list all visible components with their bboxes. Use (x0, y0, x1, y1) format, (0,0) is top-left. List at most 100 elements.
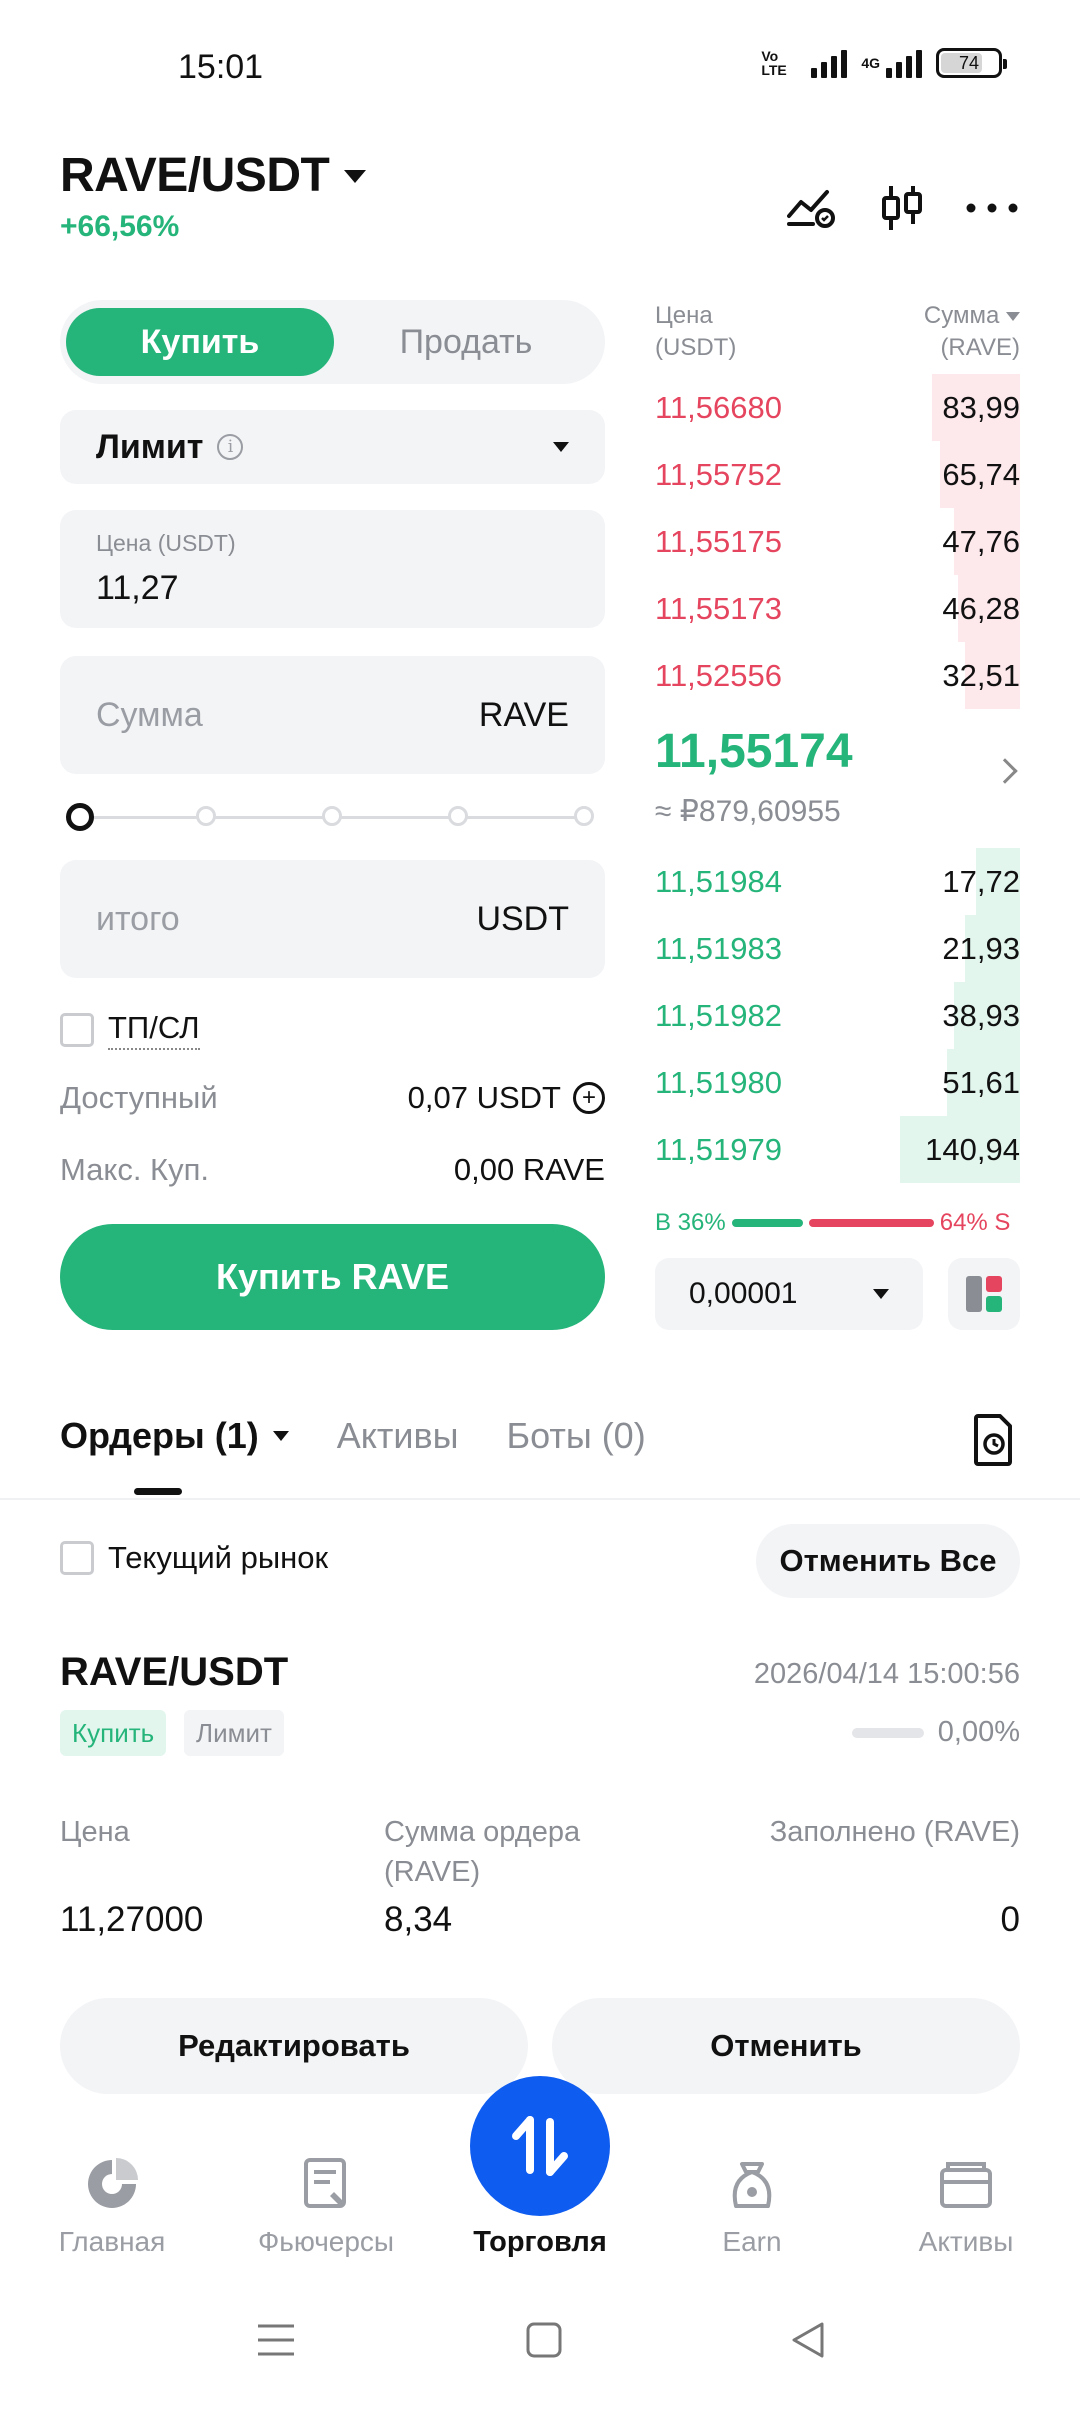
tick-size-value: 0,00001 (689, 1277, 798, 1310)
tab-assets[interactable]: Активы (337, 1415, 459, 1457)
buy-tab[interactable]: Купить (66, 308, 334, 376)
ask-row[interactable]: 11,55175 47,76 (655, 508, 1020, 575)
nav-earn[interactable]: Earn (662, 2156, 842, 2258)
slider-step-50[interactable] (322, 806, 342, 826)
max-buy-label: Макс. Куп. (60, 1152, 210, 1187)
ask-row[interactable]: 11,55173 46,28 (655, 575, 1020, 642)
edit-order-button[interactable]: Редактировать (60, 1998, 528, 2094)
nav-futures[interactable]: Фьючерсы (236, 2156, 416, 2258)
nav-trade-button[interactable] (470, 2076, 610, 2216)
bid-amount: 51,61 (942, 1064, 1020, 1100)
sell-tab[interactable]: Продать (332, 308, 600, 376)
buy-sell-toggle: Купить Продать (60, 300, 605, 384)
tpsl-option[interactable]: ТП/СЛ (60, 1010, 200, 1050)
available-row: Доступный 0,07 USDT + (60, 1080, 605, 1116)
pair-change: +66,56% (60, 210, 180, 243)
fill-percent: 0,00% (937, 1716, 1020, 1748)
order-fill-progress: 0,00% (851, 1716, 1020, 1749)
order-history-icon[interactable] (964, 1410, 1024, 1470)
mid-price: 11,55174 (655, 725, 853, 778)
network-type: 4G (861, 55, 880, 71)
status-icons: Vo LTE 4G 74 (761, 48, 1007, 78)
cancel-all-button[interactable]: Отменить Все (756, 1524, 1020, 1598)
system-menu-icon[interactable] (256, 2320, 296, 2365)
bid-amount: 17,72 (942, 863, 1020, 899)
current-market-checkbox[interactable] (60, 1541, 94, 1575)
wallet-icon (940, 2162, 992, 2208)
order-time: 2026/04/14 15:00:56 (753, 1658, 1020, 1690)
current-market-filter[interactable]: Текущий рынок (60, 1540, 328, 1576)
nav-trade-label[interactable]: Торговля (450, 2226, 630, 2259)
active-tab-indicator (134, 1488, 182, 1495)
bid-row[interactable]: 11,51979 140,94 (655, 1116, 1020, 1183)
chevron-down-icon (272, 1431, 289, 1441)
sort-caret-icon (1006, 312, 1020, 322)
bid-amount: 21,93 (942, 930, 1020, 966)
submit-buy-button[interactable]: Купить RAVE (60, 1224, 605, 1330)
bid-amount: 140,94 (925, 1131, 1020, 1167)
candlestick-icon[interactable] (874, 180, 930, 236)
nav-assets[interactable]: Активы (876, 2156, 1056, 2258)
bid-row[interactable]: 11,51982 38,93 (655, 982, 1020, 1049)
tpsl-label[interactable]: ТП/СЛ (108, 1010, 200, 1050)
slider-step-100[interactable] (574, 806, 594, 826)
signal-icon-2 (886, 48, 922, 78)
more-icon[interactable] (964, 180, 1020, 236)
bid-price: 11,51979 (655, 1131, 782, 1167)
slider-step-25[interactable] (196, 806, 216, 826)
slider-handle[interactable] (66, 803, 94, 831)
amount-unit: RAVE (478, 695, 569, 734)
order-price-value: 11,27000 (60, 1900, 204, 1939)
chevron-right-icon[interactable] (992, 758, 1018, 784)
order-filled-caption: Заполнено (RAVE) (769, 1816, 1020, 1848)
cancel-order-button[interactable]: Отменить (552, 1998, 1020, 2094)
order-type-select[interactable]: Лимит i (60, 410, 605, 484)
ob-amount-header[interactable]: Сумма (RAVE) (924, 300, 1020, 364)
system-home-icon[interactable] (524, 2320, 564, 2365)
bid-row[interactable]: 11,51984 17,72 (655, 848, 1020, 915)
pair-title[interactable]: RAVE/USDT (60, 148, 330, 203)
signal-icon (811, 48, 848, 78)
tick-size-select[interactable]: 0,00001 (655, 1258, 923, 1330)
order-type-label: Лимит (96, 427, 204, 466)
price-input[interactable]: Цена (USDT) 11,27 (60, 510, 605, 628)
orderbook-layout-icon[interactable] (948, 1258, 1020, 1330)
tpsl-checkbox[interactable] (60, 1013, 94, 1047)
sell-ratio-label: 64% S (939, 1209, 1011, 1236)
available-label: Доступный (60, 1080, 218, 1115)
ask-row[interactable]: 11,52556 32,51 (655, 642, 1020, 709)
bid-row[interactable]: 11,51980 51,61 (655, 1049, 1020, 1116)
info-icon[interactable]: i (217, 434, 244, 460)
amount-input[interactable]: Сумма RAVE (60, 656, 605, 774)
pair-dropdown-icon[interactable] (344, 170, 366, 183)
chart-compare-icon[interactable] (784, 180, 840, 236)
price-value[interactable]: 11,27 (96, 569, 569, 608)
slider-step-75[interactable] (448, 806, 468, 826)
ask-price: 11,55752 (655, 456, 782, 492)
order-type-badge: Лимит (184, 1710, 284, 1756)
order-price-caption: Цена (60, 1816, 130, 1848)
total-input[interactable]: итого USDT (60, 860, 605, 978)
ask-amount: 46,28 (942, 590, 1020, 626)
price-caption: Цена (USDT) (96, 530, 236, 556)
deposit-plus-icon[interactable]: + (573, 1082, 605, 1114)
ask-row[interactable]: 11,55752 65,74 (655, 441, 1020, 508)
ask-price: 11,52556 (655, 657, 782, 693)
bid-row[interactable]: 11,51983 21,93 (655, 915, 1020, 982)
bid-amount: 38,93 (942, 997, 1020, 1033)
ask-row[interactable]: 11,56680 83,99 (655, 374, 1020, 441)
ask-price: 11,55173 (655, 590, 782, 626)
nav-home[interactable]: Главная (22, 2156, 202, 2258)
volte-indicator: Vo LTE (761, 48, 787, 78)
earn-icon (732, 2162, 772, 2208)
bid-price: 11,51984 (655, 863, 782, 899)
order-pair[interactable]: RAVE/USDT (60, 1650, 288, 1695)
amount-slider[interactable] (66, 803, 596, 831)
ask-amount: 65,74 (942, 456, 1020, 492)
system-back-icon[interactable] (788, 2320, 828, 2365)
available-value: 0,07 USDT (407, 1080, 561, 1115)
tab-orders[interactable]: Ордеры (1) (60, 1415, 289, 1457)
fill-progress-bar (851, 1727, 924, 1738)
tab-bots[interactable]: Боты (0) (506, 1415, 645, 1457)
divider (0, 1498, 1080, 1500)
